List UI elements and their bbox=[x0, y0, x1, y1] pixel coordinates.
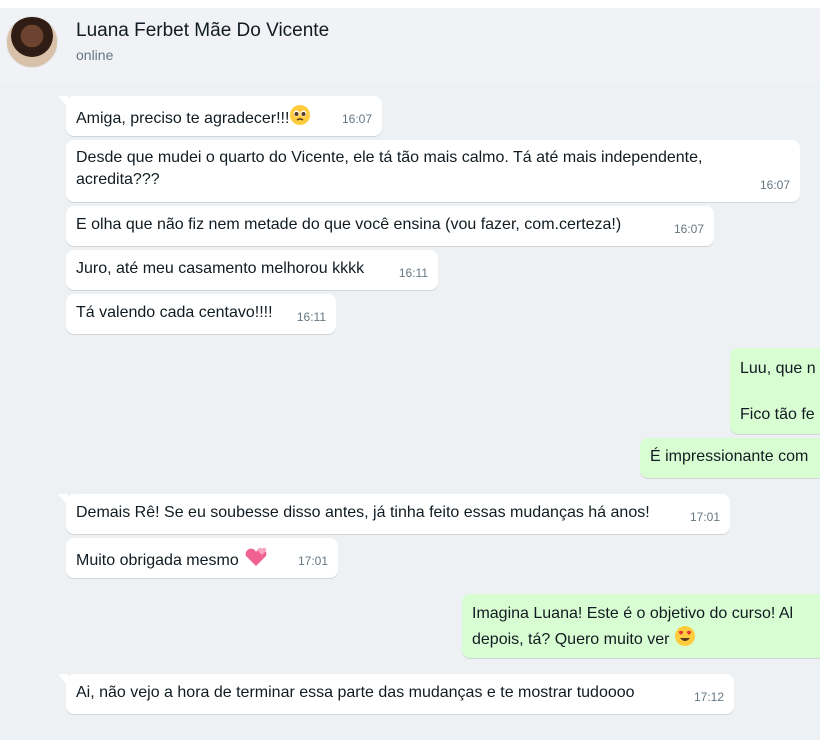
message-text-line: Imagina Luana! Este é o objetivo do curs… bbox=[472, 605, 794, 622]
message-text: Desde que mudei o quarto do Vicente, ele… bbox=[76, 149, 703, 188]
message-text-line: depois, tá? Quero muito ver bbox=[472, 631, 670, 648]
message-incoming[interactable]: Tá valendo cada centavo!!!! 16:11 bbox=[66, 294, 336, 334]
message-text: Muito obrigada mesmo bbox=[76, 552, 239, 569]
contact-status: online bbox=[76, 47, 114, 63]
message-text: Ai, não vejo a hora de terminar essa par… bbox=[76, 684, 635, 701]
message-time: 16:11 bbox=[398, 266, 428, 280]
heart-eyes-icon bbox=[674, 625, 696, 654]
chat-header[interactable]: Luana Ferbet Mãe Do Vicente online bbox=[0, 8, 820, 82]
message-text: E olha que não fiz nem metade do que voc… bbox=[76, 216, 622, 233]
bubble-tail bbox=[58, 96, 68, 108]
message-text: Demais Rê! Se eu soubesse disso antes, j… bbox=[76, 504, 650, 521]
message-time: 16:07 bbox=[341, 112, 372, 126]
message-time: 17:01 bbox=[297, 554, 328, 568]
message-time: 16:11 bbox=[296, 310, 326, 324]
message-text: É impressionante com bbox=[650, 448, 809, 465]
message-incoming[interactable]: Demais Rê! Se eu soubesse disso antes, j… bbox=[58, 494, 730, 534]
message-incoming[interactable]: Desde que mudei o quarto do Vicente, ele… bbox=[66, 140, 800, 202]
message-text-line: Fico tão fe bbox=[740, 406, 815, 423]
contact-avatar[interactable] bbox=[6, 16, 58, 68]
pleading-face-icon bbox=[289, 104, 311, 133]
message-incoming[interactable]: E olha que não fiz nem metade do que voc… bbox=[66, 206, 714, 246]
message-text: Juro, até meu casamento melhorou kkkk bbox=[76, 260, 365, 277]
message-time: 16:07 bbox=[673, 222, 704, 236]
bubble-tail bbox=[58, 494, 68, 506]
message-time: 17:12 bbox=[693, 690, 724, 704]
message-text: Tá valendo cada centavo!!!! bbox=[76, 304, 273, 321]
message-text-line: Luu, que n bbox=[740, 360, 816, 377]
message-time: 16:07 bbox=[759, 178, 790, 192]
message-incoming[interactable]: Amiga, preciso te agradecer!!! 16:07 bbox=[58, 96, 382, 136]
message-incoming[interactable]: Ai, não vejo a hora de terminar essa par… bbox=[58, 674, 734, 714]
message-time: 17:01 bbox=[689, 510, 720, 524]
message-outgoing[interactable]: É impressionante com bbox=[640, 438, 820, 478]
message-text: Amiga, preciso te agradecer!!! bbox=[76, 110, 290, 127]
message-list[interactable]: Amiga, preciso te agradecer!!! 16:07 Des… bbox=[0, 82, 820, 740]
contact-name[interactable]: Luana Ferbet Mãe Do Vicente bbox=[76, 20, 329, 42]
message-outgoing[interactable]: Luu, que n Fico tão fe bbox=[730, 348, 820, 434]
revolving-hearts-icon bbox=[243, 546, 269, 575]
message-incoming[interactable]: Muito obrigada mesmo 17:01 bbox=[66, 538, 338, 578]
bubble-tail bbox=[58, 674, 68, 686]
message-incoming[interactable]: Juro, até meu casamento melhorou kkkk 16… bbox=[66, 250, 438, 290]
message-outgoing[interactable]: Imagina Luana! Este é o objetivo do curs… bbox=[462, 594, 820, 658]
